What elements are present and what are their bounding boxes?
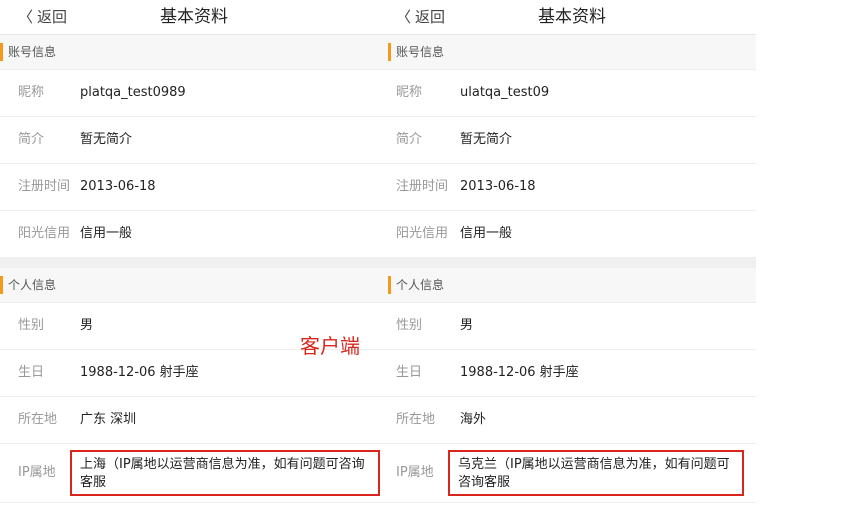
field-value: 暂无简介 (80, 132, 133, 147)
gender-row[interactable]: 性别 男 (388, 303, 756, 350)
right-panel: 〈返回 基本资料 账号信息 昵称 ulatqa_test09 简介 暂无简介 注… (388, 0, 756, 526)
page-title: 基本资料 (160, 7, 228, 27)
field-value: platqa_test0989 (80, 85, 186, 100)
section-label: 账号信息 (8, 45, 57, 59)
section-label: 个人信息 (8, 278, 57, 292)
credit-row[interactable]: 阳光信用 信用一般 (388, 211, 756, 258)
ip-location-highlight: 乌克兰（IP属地以运营商信息为准，如有问题可咨询客服 (448, 450, 744, 496)
field-key: 简介 (396, 132, 423, 147)
field-value: 1988-12-06 射手座 (80, 365, 199, 380)
personal-section-header: 个人信息 (388, 268, 756, 303)
page-title: 基本资料 (538, 7, 606, 27)
field-key: IP属地 (396, 465, 434, 480)
field-key: 阳光信用 (396, 226, 449, 241)
ip-location-value: 上海（IP属地以运营商信息为准，如有问题可咨询客服 (80, 457, 365, 490)
field-value: ulatqa_test09 (460, 85, 550, 100)
section-gap (388, 258, 756, 268)
section-accent-bar (388, 276, 391, 294)
field-value: 信用一般 (80, 226, 133, 241)
ip-location-row: IP属地 乌克兰（IP属地以运营商信息为准，如有问题可咨询客服 (388, 444, 756, 503)
field-key: 性别 (18, 318, 45, 333)
ip-location-row: IP属地 上海（IP属地以运营商信息为准，如有问题可咨询客服 (0, 444, 388, 503)
section-label: 个人信息 (396, 278, 445, 292)
nickname-row[interactable]: 昵称 ulatqa_test09 (388, 70, 756, 117)
field-key: 注册时间 (18, 179, 71, 194)
ip-location-value: 乌克兰（IP属地以运营商信息为准，如有问题可咨询客服 (458, 457, 730, 490)
field-key: 所在地 (396, 412, 436, 427)
location-row[interactable]: 所在地 海外 (388, 397, 756, 444)
field-value: 暂无简介 (460, 132, 513, 147)
birthday-row[interactable]: 生日 1988-12-06 射手座 (388, 350, 756, 397)
field-value: 1988-12-06 射手座 (460, 365, 579, 380)
credit-row[interactable]: 阳光信用 信用一般 (0, 211, 388, 258)
client-annotation: 客户端 (300, 334, 360, 358)
field-key: 昵称 (396, 85, 423, 100)
field-key: 生日 (18, 365, 45, 380)
account-section-header: 账号信息 (388, 35, 756, 70)
section-accent-bar (388, 43, 391, 61)
field-value: 信用一般 (460, 226, 513, 241)
field-value: 广东 深圳 (80, 412, 137, 427)
left-panel: 〈返回 基本资料 账号信息 昵称 platqa_test0989 简介 暂无简介… (0, 0, 388, 526)
top-bar: 〈返回 基本资料 (388, 0, 756, 35)
section-label: 账号信息 (396, 45, 445, 59)
registration-date-row: 注册时间 2013-06-18 (388, 164, 756, 211)
field-value: 2013-06-18 (460, 179, 536, 194)
field-key: 所在地 (18, 412, 58, 427)
field-key: 性别 (396, 318, 423, 333)
location-row[interactable]: 所在地 广东 深圳 (0, 397, 388, 444)
personal-section-header: 个人信息 (0, 268, 388, 303)
field-key: IP属地 (18, 465, 56, 480)
section-gap (0, 258, 388, 268)
field-value: 男 (460, 318, 474, 333)
bio-row[interactable]: 简介 暂无简介 (0, 117, 388, 164)
field-key: 阳光信用 (18, 226, 71, 241)
field-key: 注册时间 (396, 179, 449, 194)
section-accent-bar (0, 276, 3, 294)
account-section-header: 账号信息 (0, 35, 388, 70)
top-bar: 〈返回 基本资料 (0, 0, 388, 35)
field-value: 男 (80, 318, 94, 333)
field-value: 海外 (460, 412, 487, 427)
registration-date-row: 注册时间 2013-06-18 (0, 164, 388, 211)
section-accent-bar (0, 43, 3, 61)
field-value: 2013-06-18 (80, 179, 156, 194)
nickname-row[interactable]: 昵称 platqa_test0989 (0, 70, 388, 117)
bio-row[interactable]: 简介 暂无简介 (388, 117, 756, 164)
ip-location-highlight: 上海（IP属地以运营商信息为准，如有问题可咨询客服 (70, 450, 380, 496)
field-key: 生日 (396, 365, 423, 380)
field-key: 简介 (18, 132, 45, 147)
field-key: 昵称 (18, 85, 45, 100)
